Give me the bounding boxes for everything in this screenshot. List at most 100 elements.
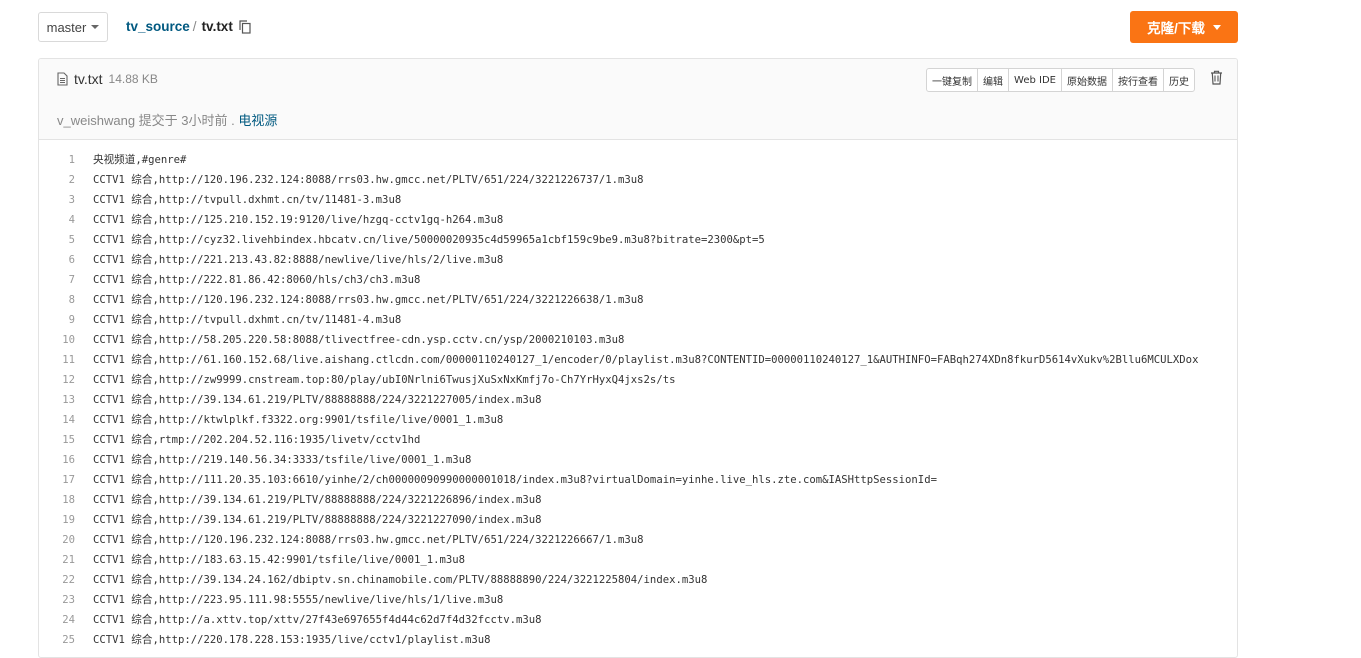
file-size: 14.88 KB bbox=[108, 72, 158, 86]
line-content: CCTV1 综合,http://223.95.111.98:5555/newli… bbox=[93, 594, 504, 606]
code-line: 18 CCTV1 综合,http://39.134.61.219/PLTV/888… bbox=[39, 490, 1237, 510]
file-viewer: tv.txt 14.88 KB 一键复制 编辑 Web IDE 原始数据 按行查… bbox=[38, 58, 1238, 658]
line-content: CCTV1 综合,http://61.160.152.68/live.aisha… bbox=[93, 354, 1199, 366]
commit-time: 提交于 3小时前 . bbox=[138, 113, 235, 128]
code-line: 8 CCTV1 综合,http://120.196.232.124:8088/rr… bbox=[39, 290, 1237, 310]
code-line: 7 CCTV1 综合,http://222.81.86.42:8060/hls/c… bbox=[39, 270, 1237, 290]
line-content: CCTV1 综合,http://tvpull.dxhmt.cn/tv/11481… bbox=[93, 314, 402, 326]
line-content: CCTV1 综合,http://tvpull.dxhmt.cn/tv/11481… bbox=[93, 194, 402, 206]
breadcrumb-file: tv.txt bbox=[201, 19, 233, 34]
history-button[interactable]: 历史 bbox=[1164, 69, 1194, 91]
breadcrumb-separator: / bbox=[192, 19, 197, 34]
line-number[interactable]: 12 bbox=[39, 370, 93, 390]
line-content: CCTV1 综合,http://cyz32.livehbindex.hbcatv… bbox=[93, 234, 765, 246]
line-number[interactable]: 15 bbox=[39, 430, 93, 450]
copy-all-button[interactable]: 一键复制 bbox=[927, 69, 979, 91]
code-line: 24 CCTV1 综合,http://a.xttv.top/xttv/27f43e… bbox=[39, 610, 1237, 630]
line-number[interactable]: 7 bbox=[39, 270, 93, 290]
line-content: CCTV1 综合,http://183.63.15.42:9901/tsfile… bbox=[93, 554, 465, 566]
code-line: 9 CCTV1 综合,http://tvpull.dxhmt.cn/tv/1148… bbox=[39, 310, 1237, 330]
line-number[interactable]: 18 bbox=[39, 490, 93, 510]
web-ide-button[interactable]: Web IDE bbox=[1009, 69, 1062, 91]
copy-path-icon[interactable] bbox=[239, 19, 251, 34]
line-content: CCTV1 综合,http://222.81.86.42:8060/hls/ch… bbox=[93, 274, 421, 286]
code-view: 1 央视频道,#genre# 2 CCTV1 综合,http://120.196.23… bbox=[39, 140, 1237, 650]
line-number[interactable]: 8 bbox=[39, 290, 93, 310]
code-line: 22 CCTV1 综合,http://39.134.24.162/dbiptv.s… bbox=[39, 570, 1237, 590]
line-number[interactable]: 6 bbox=[39, 250, 93, 270]
code-line: 12 CCTV1 综合,http://zw9999.cnstream.top:80… bbox=[39, 370, 1237, 390]
edit-button[interactable]: 编辑 bbox=[978, 69, 1010, 91]
code-line: 17 CCTV1 综合,http://111.20.35.103:6610/yin… bbox=[39, 470, 1237, 490]
line-content: CCTV1 综合,http://39.134.61.219/PLTV/88888… bbox=[93, 394, 542, 406]
branch-label: master bbox=[46, 19, 87, 35]
raw-data-button[interactable]: 原始数据 bbox=[1062, 69, 1113, 91]
line-number[interactable]: 17 bbox=[39, 470, 93, 490]
line-number[interactable]: 23 bbox=[39, 590, 93, 610]
commit-author: v_weishwang bbox=[57, 113, 136, 128]
line-content: CCTV1 综合,http://39.134.24.162/dbiptv.sn.… bbox=[93, 574, 708, 586]
line-content: CCTV1 综合,http://125.210.152.19:9120/live… bbox=[93, 214, 504, 226]
code-line: 23 CCTV1 综合,http://223.95.111.98:5555/new… bbox=[39, 590, 1237, 610]
code-line: 14 CCTV1 综合,http://ktwlplkf.f3322.org:990… bbox=[39, 410, 1237, 430]
line-content: 央视频道,#genre# bbox=[93, 154, 187, 166]
line-number[interactable]: 11 bbox=[39, 350, 93, 370]
line-number[interactable]: 1 bbox=[39, 150, 93, 170]
branch-selector[interactable]: master bbox=[38, 12, 108, 42]
line-number[interactable]: 4 bbox=[39, 210, 93, 230]
file-actions-group: 一键复制 编辑 Web IDE 原始数据 按行查看 历史 bbox=[926, 68, 1195, 92]
line-content: CCTV1 综合,rtmp://202.204.52.116:1935/live… bbox=[93, 434, 421, 446]
code-line: 19 CCTV1 综合,http://39.134.61.219/PLTV/888… bbox=[39, 510, 1237, 530]
code-line: 4 CCTV1 综合,http://125.210.152.19:9120/liv… bbox=[39, 210, 1237, 230]
file-header: tv.txt 14.88 KB 一键复制 编辑 Web IDE 原始数据 按行查… bbox=[39, 59, 1237, 140]
code-line: 1 央视频道,#genre# bbox=[39, 150, 1237, 170]
line-number[interactable]: 9 bbox=[39, 310, 93, 330]
line-content: CCTV1 综合,http://120.196.232.124:8088/rrs… bbox=[93, 534, 644, 546]
line-number[interactable]: 25 bbox=[39, 630, 93, 650]
line-number[interactable]: 19 bbox=[39, 510, 93, 530]
line-number[interactable]: 3 bbox=[39, 190, 93, 210]
code-line: 13 CCTV1 综合,http://39.134.61.219/PLTV/888… bbox=[39, 390, 1237, 410]
line-number[interactable]: 13 bbox=[39, 390, 93, 410]
line-content: CCTV1 综合,http://111.20.35.103:6610/yinhe… bbox=[93, 474, 937, 486]
chevron-down-icon bbox=[1212, 24, 1221, 30]
chevron-down-icon bbox=[91, 25, 100, 29]
blame-button[interactable]: 按行查看 bbox=[1113, 69, 1164, 91]
code-line: 3 CCTV1 综合,http://tvpull.dxhmt.cn/tv/1148… bbox=[39, 190, 1237, 210]
line-number[interactable]: 24 bbox=[39, 610, 93, 630]
code-line: 11 CCTV1 综合,http://61.160.152.68/live.ais… bbox=[39, 350, 1237, 370]
clone-download-button[interactable]: 克隆/下载 bbox=[1130, 11, 1238, 43]
line-content: CCTV1 综合,http://58.205.220.58:8088/tlive… bbox=[93, 334, 625, 346]
line-number[interactable]: 14 bbox=[39, 410, 93, 430]
code-line: 6 CCTV1 综合,http://221.213.43.82:8888/newl… bbox=[39, 250, 1237, 270]
code-line: 2 CCTV1 综合,http://120.196.232.124:8088/rr… bbox=[39, 170, 1237, 190]
line-content: CCTV1 综合,http://219.140.56.34:3333/tsfil… bbox=[93, 454, 472, 466]
line-content: CCTV1 综合,http://39.134.61.219/PLTV/88888… bbox=[93, 494, 542, 506]
breadcrumb-repo-link[interactable]: tv_source bbox=[126, 19, 190, 34]
line-content: CCTV1 综合,http://120.196.232.124:8088/rrs… bbox=[93, 294, 644, 306]
line-content: CCTV1 综合,http://39.134.61.219/PLTV/88888… bbox=[93, 514, 542, 526]
line-content: CCTV1 综合,http://120.196.232.124:8088/rrs… bbox=[93, 174, 644, 186]
code-line: 21 CCTV1 综合,http://183.63.15.42:9901/tsfi… bbox=[39, 550, 1237, 570]
line-number[interactable]: 16 bbox=[39, 450, 93, 470]
line-number[interactable]: 22 bbox=[39, 570, 93, 590]
line-number[interactable]: 21 bbox=[39, 550, 93, 570]
line-number[interactable]: 10 bbox=[39, 330, 93, 350]
commit-message-link[interactable]: 电视源 bbox=[238, 113, 277, 128]
trash-icon[interactable] bbox=[1210, 70, 1223, 85]
line-number[interactable]: 20 bbox=[39, 530, 93, 550]
line-number[interactable]: 2 bbox=[39, 170, 93, 190]
file-name: tv.txt bbox=[74, 71, 103, 87]
code-line: 15 CCTV1 综合,rtmp://202.204.52.116:1935/li… bbox=[39, 430, 1237, 450]
file-icon bbox=[57, 72, 68, 86]
line-content: CCTV1 综合,http://zw9999.cnstream.top:80/p… bbox=[93, 374, 676, 386]
code-line: 16 CCTV1 综合,http://219.140.56.34:3333/tsf… bbox=[39, 450, 1237, 470]
latest-commit-info: v_weishwang 提交于 3小时前 . 电视源 bbox=[57, 110, 277, 129]
line-content: CCTV1 综合,http://220.178.228.153:1935/liv… bbox=[93, 634, 491, 646]
line-content: CCTV1 综合,http://ktwlplkf.f3322.org:9901/… bbox=[93, 414, 504, 426]
clone-download-label: 克隆/下载 bbox=[1147, 21, 1205, 36]
code-line: 20 CCTV1 综合,http://120.196.232.124:8088/r… bbox=[39, 530, 1237, 550]
code-line: 10 CCTV1 综合,http://58.205.220.58:8088/tli… bbox=[39, 330, 1237, 350]
line-number[interactable]: 5 bbox=[39, 230, 93, 250]
line-content: CCTV1 综合,http://a.xttv.top/xttv/27f43e69… bbox=[93, 614, 542, 626]
